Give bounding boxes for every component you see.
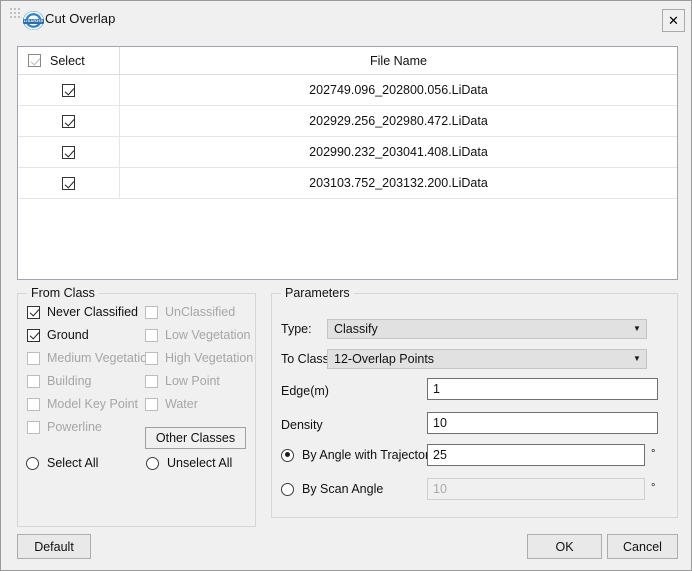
- table-row[interactable]: 202749.096_202800.056.LiData: [18, 74, 677, 106]
- class-checkbox-building: Building: [27, 374, 91, 388]
- table-row[interactable]: 202929.256_202980.472.LiData: [18, 105, 677, 137]
- row-checkbox[interactable]: [62, 177, 75, 191]
- app-logo-text: LiDAR360: [23, 19, 44, 23]
- other-classes-button[interactable]: Other Classes: [145, 427, 246, 449]
- checkbox-icon: [27, 351, 40, 365]
- from-class-group: From Class Never Classified Ground Mediu…: [17, 286, 256, 527]
- class-label: Never Classified: [47, 305, 139, 319]
- app-logo-icon: LiDAR360: [22, 9, 46, 33]
- radio-label: Unselect All: [167, 456, 233, 470]
- drag-grip-icon: [10, 8, 20, 18]
- density-input[interactable]: [427, 412, 658, 434]
- radio-icon[interactable]: [281, 482, 294, 496]
- column-header-select: Select: [18, 47, 120, 75]
- degree-unit-trajectory: °: [651, 448, 656, 460]
- class-label: Water: [165, 397, 198, 411]
- degree-unit-scan-angle: °: [651, 482, 656, 494]
- file-list-table: Select File Name 202749.096_202800.056.L…: [17, 46, 678, 280]
- by-angle-with-trajectory-input[interactable]: [427, 444, 645, 466]
- table-body: 202749.096_202800.056.LiData 202929.256_…: [18, 74, 677, 199]
- class-label: Low Point: [165, 374, 220, 388]
- radio-icon[interactable]: [26, 456, 39, 470]
- edge-label: Edge(m): [281, 384, 329, 398]
- class-label: High Vegetation: [165, 351, 254, 365]
- row-select-cell[interactable]: [18, 74, 120, 106]
- default-button[interactable]: Default: [17, 534, 91, 559]
- checkbox-icon: [145, 351, 158, 365]
- to-class-label: To Class:: [281, 352, 333, 366]
- checkbox-icon: [27, 397, 40, 411]
- class-label: Ground: [47, 328, 89, 342]
- class-checkbox-ground[interactable]: Ground: [27, 328, 89, 342]
- checkbox-icon: [145, 328, 158, 342]
- radio-unselect-all[interactable]: Unselect All: [146, 456, 232, 470]
- radio-select-all[interactable]: Select All: [26, 456, 98, 470]
- row-file-name: 202749.096_202800.056.LiData: [119, 74, 677, 106]
- type-value: Classify: [334, 322, 378, 336]
- checkbox-icon: [145, 374, 158, 388]
- class-label: UnClassified: [165, 305, 236, 319]
- radio-icon[interactable]: [146, 456, 159, 470]
- to-class-value: 12-Overlap Points: [334, 352, 435, 366]
- class-label: Powerline: [47, 420, 102, 434]
- close-icon[interactable]: ✕: [662, 9, 685, 32]
- radio-label: By Scan Angle: [302, 482, 384, 496]
- class-label: Low Vegetation: [165, 328, 251, 342]
- density-label: Density: [281, 418, 323, 432]
- class-checkbox-powerline: Powerline: [27, 420, 102, 434]
- row-file-name: 203103.752_203132.200.LiData: [119, 167, 677, 199]
- class-checkbox-low-vegetation: Low Vegetation: [145, 328, 251, 342]
- chevron-down-icon: ▼: [633, 354, 641, 363]
- radio-label: Select All: [47, 456, 99, 470]
- class-checkbox-model-key-point: Model Key Point: [27, 397, 138, 411]
- from-class-legend: From Class: [27, 286, 99, 300]
- checkbox-icon[interactable]: [27, 305, 40, 319]
- class-checkbox-never-classified[interactable]: Never Classified: [27, 305, 138, 319]
- checkbox-icon[interactable]: [27, 328, 40, 342]
- class-checkbox-low-point: Low Point: [145, 374, 220, 388]
- radio-icon[interactable]: [281, 448, 294, 462]
- ok-button[interactable]: OK: [527, 534, 602, 559]
- edge-input[interactable]: [427, 378, 658, 400]
- row-select-cell[interactable]: [18, 167, 120, 199]
- class-checkbox-unclassified: UnClassified: [145, 305, 235, 319]
- class-label: Building: [47, 374, 92, 388]
- radio-by-angle-with-trajectory[interactable]: By Angle with Trajectory: [281, 448, 435, 462]
- column-header-file-name: File Name: [119, 47, 677, 75]
- checkbox-icon: [145, 305, 158, 319]
- checkbox-icon: [145, 397, 158, 411]
- radio-label: By Angle with Trajectory: [302, 448, 436, 462]
- table-row[interactable]: 203103.752_203132.200.LiData: [18, 167, 677, 199]
- type-label: Type:: [281, 322, 312, 336]
- to-class-dropdown[interactable]: 12-Overlap Points ▼: [327, 349, 647, 369]
- by-scan-angle-input: [427, 478, 645, 500]
- row-select-cell[interactable]: [18, 136, 120, 168]
- row-checkbox[interactable]: [62, 115, 75, 129]
- radio-by-scan-angle[interactable]: By Scan Angle: [281, 482, 383, 496]
- title-bar: LiDAR360 Cut Overlap ✕: [1, 1, 691, 39]
- chevron-down-icon: ▼: [633, 324, 641, 333]
- row-file-name: 202990.232_203041.408.LiData: [119, 136, 677, 168]
- class-label: Medium Vegetation: [47, 351, 155, 365]
- checkbox-icon: [27, 374, 40, 388]
- class-checkbox-high-vegetation: High Vegetation: [145, 351, 253, 365]
- window-title: Cut Overlap: [45, 11, 116, 26]
- table-header-row: Select File Name: [18, 47, 677, 75]
- column-header-select-label: Select: [50, 53, 85, 68]
- class-checkbox-water: Water: [145, 397, 198, 411]
- checkbox-icon: [27, 420, 40, 434]
- row-checkbox[interactable]: [62, 146, 75, 160]
- class-checkbox-medium-vegetation: Medium Vegetation: [27, 351, 154, 365]
- class-label: Model Key Point: [47, 397, 139, 411]
- type-dropdown[interactable]: Classify ▼: [327, 319, 647, 339]
- cancel-button[interactable]: Cancel: [607, 534, 678, 559]
- row-select-cell[interactable]: [18, 105, 120, 137]
- parameters-legend: Parameters: [281, 286, 354, 300]
- cut-overlap-dialog: LiDAR360 Cut Overlap ✕ Select File Name: [0, 0, 692, 571]
- row-checkbox[interactable]: [62, 84, 75, 98]
- row-file-name: 202929.256_202980.472.LiData: [119, 105, 677, 137]
- table-row[interactable]: 202990.232_203041.408.LiData: [18, 136, 677, 168]
- select-all-header-checkbox[interactable]: [28, 54, 41, 67]
